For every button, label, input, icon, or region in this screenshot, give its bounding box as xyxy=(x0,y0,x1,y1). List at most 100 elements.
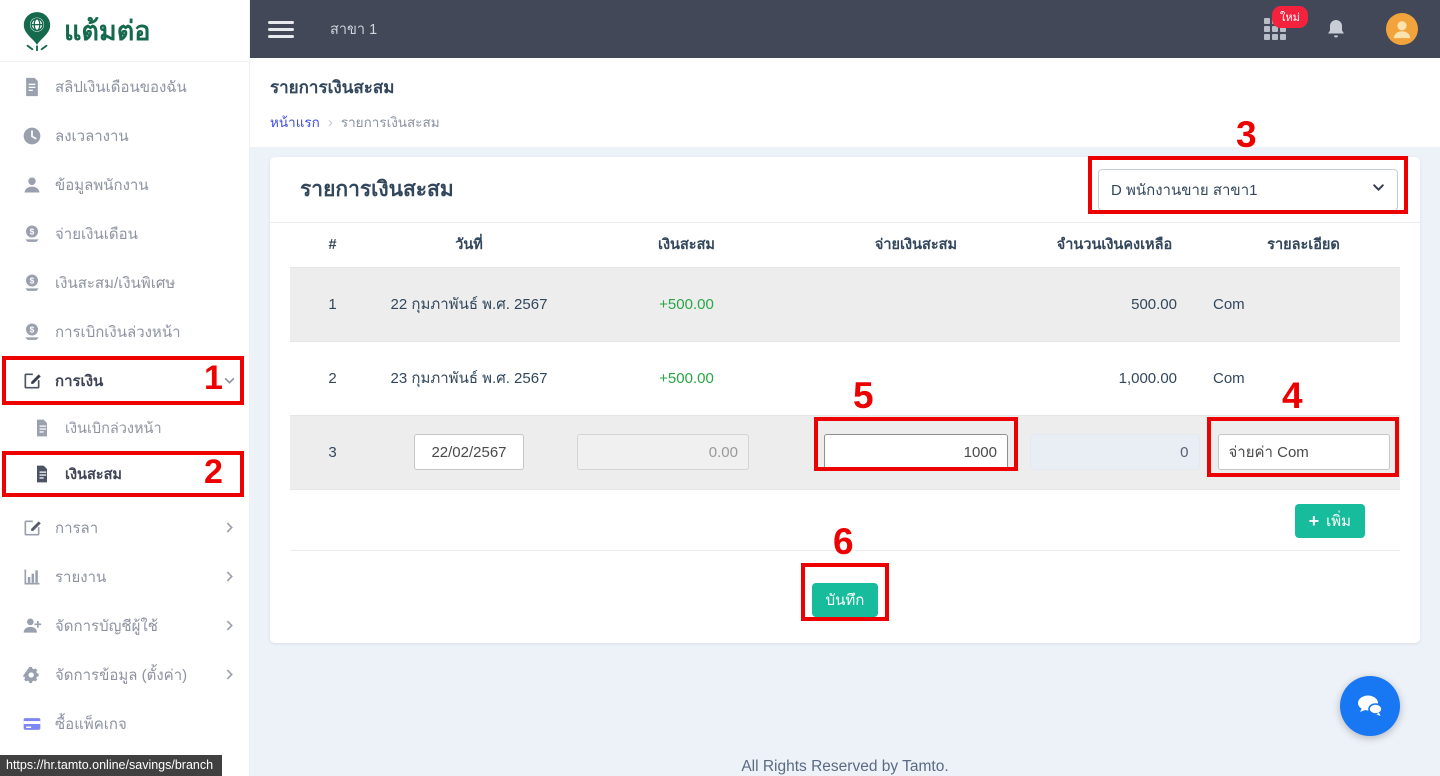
sidebar-item-label: การเบิกเงินล่วงหน้า xyxy=(55,323,181,341)
person-icon xyxy=(22,175,42,195)
chat-button[interactable] xyxy=(1340,676,1400,736)
cell-withdraw xyxy=(810,267,1022,342)
sidebar-item-label: ลงเวลางาน xyxy=(55,127,129,145)
sidebar-item-label: จ่ายเงินเดือน xyxy=(55,225,138,243)
plus-icon: + xyxy=(1308,510,1320,531)
save-row: บันทึก xyxy=(270,551,1420,643)
main-area: สาขา 1 ใหม่ รายการเงินสะสม หน้าแรก › ราย… xyxy=(250,0,1440,776)
balance-input-disabled xyxy=(1029,434,1200,470)
svg-text:$: $ xyxy=(30,226,35,236)
cell-deposit: +500.00 xyxy=(563,267,810,342)
cell-date: 22 กุมภาพันธ์ พ.ศ. 2567 xyxy=(375,267,563,342)
chevron-right-icon xyxy=(224,571,235,582)
file-icon xyxy=(32,418,52,438)
sidebar-subitem-savings[interactable]: เงินสะสม xyxy=(0,451,249,497)
sidebar-item-payroll[interactable]: $ จ่ายเงินเดือน xyxy=(0,209,249,258)
chevron-right-icon xyxy=(224,669,235,680)
sidebar-item-user-accounts[interactable]: จัดการบัญชีผู้ใช้ xyxy=(0,601,249,650)
money-icon: $ xyxy=(22,322,42,342)
logo-text: แต้มต่อ xyxy=(64,16,151,46)
date-input[interactable] xyxy=(414,434,524,470)
finance-submenu: เงินเบิกล่วงหน้า เงินสะสม xyxy=(0,405,249,497)
bell-icon[interactable] xyxy=(1324,17,1348,41)
topbar: สาขา 1 ใหม่ xyxy=(250,0,1440,58)
cell-withdraw xyxy=(810,341,1022,416)
table-row: 1 22 กุมภาพันธ์ พ.ศ. 2567 +500.00 500.00… xyxy=(290,267,1400,342)
page-title: รายการเงินสะสม xyxy=(270,78,395,97)
file-icon xyxy=(32,464,52,484)
sidebar-subitem-advance-money[interactable]: เงินเบิกล่วงหน้า xyxy=(0,405,249,451)
cell-no: 1 xyxy=(290,267,375,342)
sidebar-item-label: การลา xyxy=(55,519,99,537)
sidebar-item-my-payslip[interactable]: สลิปเงินเดือนของฉัน xyxy=(0,62,249,111)
sidebar-item-advance-withdrawal[interactable]: $ การเบิกเงินล่วงหน้า xyxy=(0,307,249,356)
sidebar-item-reports[interactable]: รายงาน xyxy=(0,552,249,601)
header-detail: รายละเอียด xyxy=(1207,223,1400,268)
sidebar-nav: สลิปเงินเดือนของฉัน ลงเวลางาน ข้อมูลพนัก… xyxy=(0,62,249,748)
add-button-label: เพิ่ม xyxy=(1326,512,1351,530)
money-icon: $ xyxy=(22,273,42,293)
sidebar: แต้มต่อ สลิปเงินเดือนของฉัน ลงเวลางาน ข้… xyxy=(0,0,250,776)
table-header-row: # วันที่ เงินสะสม จ่ายเงินสะสม จำนวนเงิน… xyxy=(290,223,1400,268)
logo[interactable]: แต้มต่อ xyxy=(0,0,249,62)
breadcrumb: หน้าแรก › รายการเงินสะสม xyxy=(270,111,1440,133)
sidebar-item-data-settings[interactable]: จัดการข้อมูล (ตั้งค่า) xyxy=(0,650,249,699)
header-withdraw: จ่ายเงินสะสม xyxy=(810,223,1022,268)
cell-no: 3 xyxy=(290,415,375,490)
cell-balance: 500.00 xyxy=(1022,267,1207,342)
cell-date: 23 กุมภาพันธ์ พ.ศ. 2567 xyxy=(375,341,563,416)
bar-chart-icon xyxy=(22,567,42,587)
header-date: วันที่ xyxy=(375,223,563,268)
content-area: รายการเงินสะสม D พนักงานขาย สาขา1 # วันท… xyxy=(250,147,1440,776)
credit-card-icon xyxy=(22,714,42,734)
savings-card: รายการเงินสะสม D พนักงานขาย สาขา1 # วันท… xyxy=(270,157,1420,643)
sidebar-item-label: ซื้อแพ็คเกจ xyxy=(55,715,127,733)
svg-text:$: $ xyxy=(30,324,35,334)
status-url-tooltip: https://hr.tamto.online/savings/branch xyxy=(0,755,223,776)
sidebar-item-label: เงินเบิกล่วงหน้า xyxy=(65,420,162,437)
table-new-entry-row: 3 xyxy=(290,415,1400,490)
chevron-down-icon xyxy=(1372,181,1385,198)
chevron-right-icon xyxy=(224,620,235,631)
apps-grid-icon[interactable]: ใหม่ xyxy=(1264,6,1308,40)
header-deposit: เงินสะสม xyxy=(563,223,810,268)
savings-table: # วันที่ เงินสะสม จ่ายเงินสะสม จำนวนเงิน… xyxy=(290,223,1400,490)
breadcrumb-home-link[interactable]: หน้าแรก xyxy=(270,111,320,133)
detail-input[interactable] xyxy=(1217,434,1390,470)
cell-detail: Com xyxy=(1207,341,1400,416)
sidebar-item-label: ข้อมูลพนักงาน xyxy=(55,176,149,194)
money-icon: $ xyxy=(22,224,42,244)
breadcrumb-current: รายการเงินสะสม xyxy=(340,115,440,130)
sidebar-item-leave[interactable]: การลา xyxy=(0,503,249,552)
gears-icon xyxy=(22,665,42,685)
sidebar-item-savings-special[interactable]: $ เงินสะสม/เงินพิเศษ xyxy=(0,258,249,307)
breadcrumb-separator: › xyxy=(327,113,333,131)
header-number: # xyxy=(290,223,375,268)
topbar-right: ใหม่ xyxy=(1264,6,1418,45)
edit-icon xyxy=(22,518,42,538)
edit-icon xyxy=(22,371,42,391)
chevron-down-icon xyxy=(224,375,235,386)
sidebar-item-time-attendance[interactable]: ลงเวลางาน xyxy=(0,111,249,160)
cell-no: 2 xyxy=(290,341,375,416)
sidebar-item-buy-package[interactable]: ซื้อแพ็คเกจ xyxy=(0,699,249,748)
sidebar-item-finance[interactable]: การเงิน xyxy=(0,356,249,405)
sidebar-item-label: รายงาน xyxy=(55,568,107,586)
withdraw-amount-input[interactable] xyxy=(824,434,1008,470)
hamburger-menu-icon[interactable] xyxy=(268,17,294,42)
user-plus-icon xyxy=(22,616,42,636)
sidebar-item-employee-info[interactable]: ข้อมูลพนักงาน xyxy=(0,160,249,209)
sidebar-item-label: สลิปเงินเดือนของฉัน xyxy=(55,78,187,96)
sidebar-item-label: การเงิน xyxy=(55,372,104,390)
employee-select[interactable]: D พนักงานขาย สาขา1 xyxy=(1098,168,1398,211)
cell-deposit: +500.00 xyxy=(563,341,810,416)
cell-balance: 1,000.00 xyxy=(1022,341,1207,416)
new-badge: ใหม่ xyxy=(1272,6,1308,28)
svg-text:$: $ xyxy=(30,275,35,285)
sidebar-item-label: จัดการข้อมูล (ตั้งค่า) xyxy=(55,666,188,684)
header-balance: จำนวนเงินคงเหลือ xyxy=(1022,223,1207,268)
add-button[interactable]: + เพิ่ม xyxy=(1294,503,1365,538)
save-button-label: บันทึก xyxy=(825,591,865,609)
save-button[interactable]: บันทึก xyxy=(811,582,879,617)
user-avatar[interactable] xyxy=(1386,13,1418,45)
